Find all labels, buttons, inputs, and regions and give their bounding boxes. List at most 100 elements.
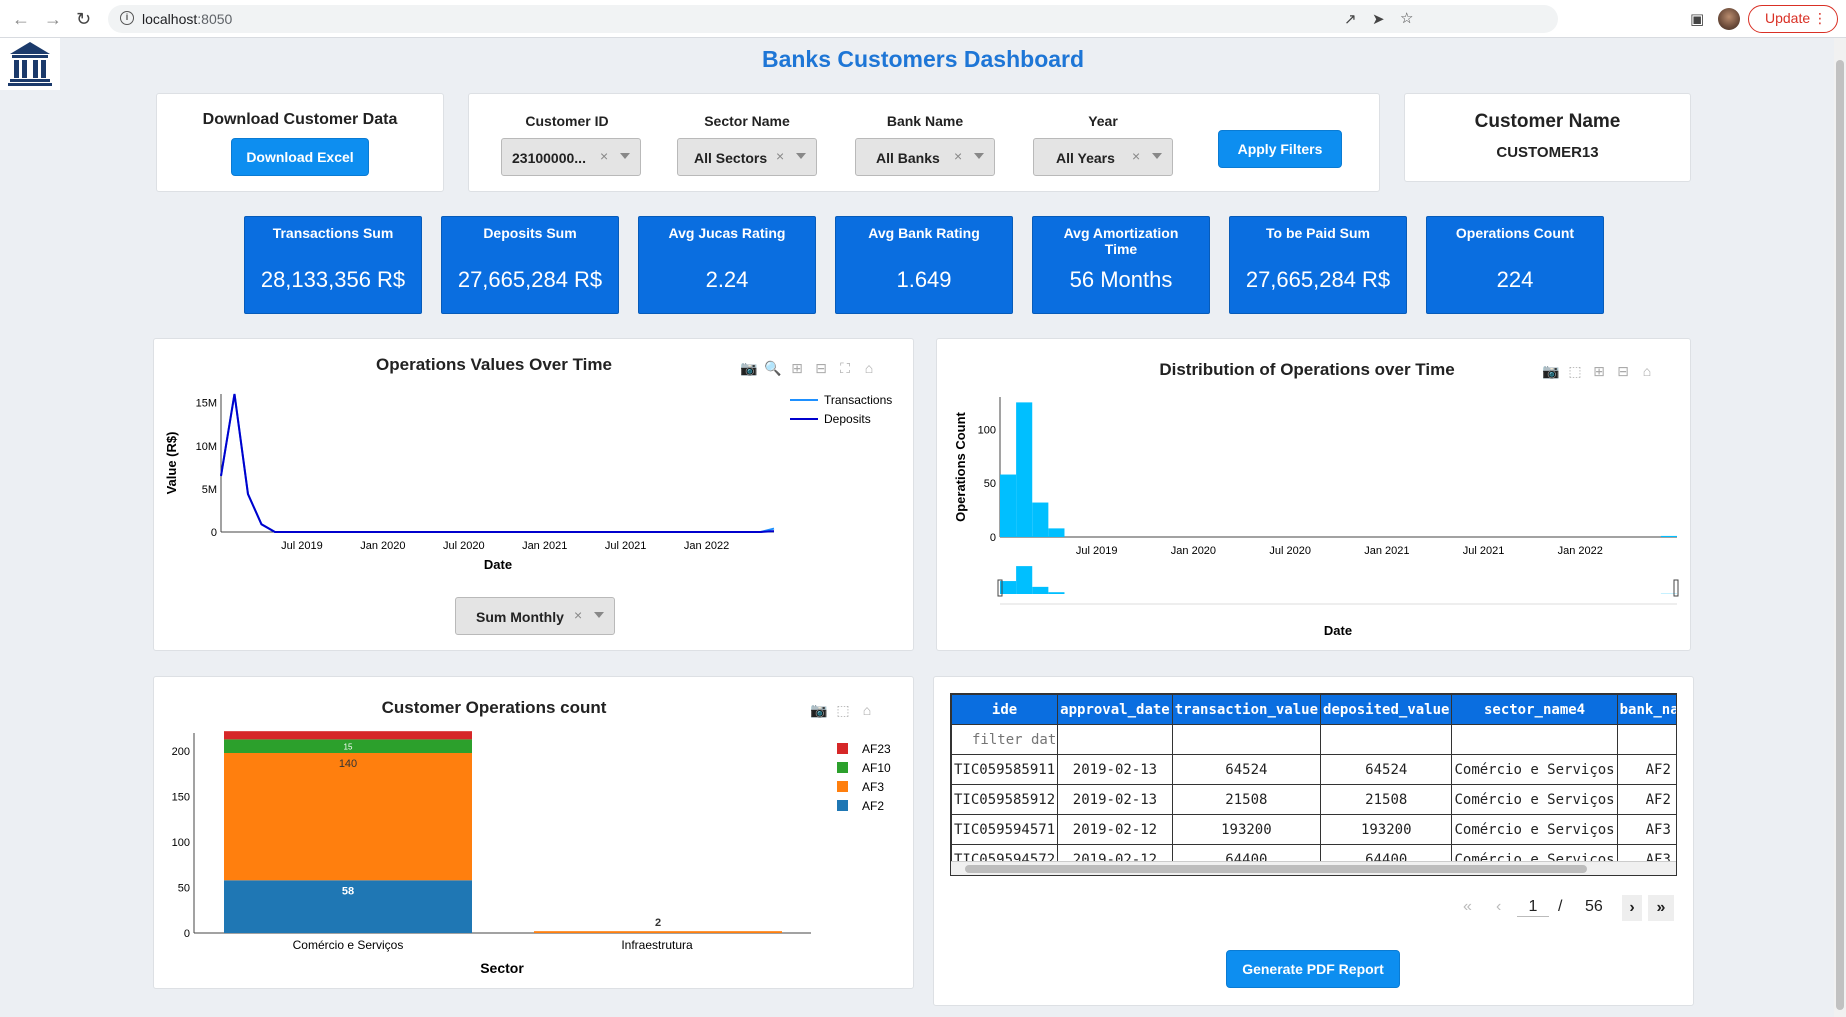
- clear-icon[interactable]: ×: [600, 148, 608, 164]
- page-input[interactable]: 1: [1517, 898, 1549, 917]
- filter-cell[interactable]: [1171, 724, 1322, 755]
- table-row[interactable]: TIC059594571 2019-02-12 193200 193200 Co…: [951, 814, 1676, 845]
- filter-cell[interactable]: [1451, 724, 1618, 755]
- legend-af10[interactable]: AF10: [862, 761, 891, 775]
- sector-name-label: Sector Name: [704, 113, 790, 129]
- filter-cell[interactable]: [1320, 724, 1453, 755]
- page-title: Banks Customers Dashboard: [761, 46, 1085, 72]
- update-button[interactable]: Update ⋮: [1748, 5, 1838, 33]
- bank-name-dropdown[interactable]: All Banks ×: [855, 138, 995, 176]
- x-tick-label: Jul 2019: [1076, 545, 1118, 557]
- legend-deposits[interactable]: Deposits: [824, 412, 871, 426]
- filter-cell[interactable]: [1616, 724, 1676, 755]
- histogram-bar[interactable]: [1016, 402, 1033, 537]
- kpi-title: To be Paid Sum: [1266, 225, 1370, 241]
- clear-icon[interactable]: ×: [1132, 148, 1140, 164]
- year-dropdown[interactable]: All Years ×: [1033, 138, 1173, 176]
- histogram-bar[interactable]: [1660, 535, 1677, 537]
- open-in-window-icon[interactable]: ↗: [1344, 10, 1357, 28]
- line-chart-xlabel: Date: [484, 557, 512, 572]
- clear-icon[interactable]: ×: [954, 148, 962, 164]
- kpi-deposits-sum: Deposits Sum 27,665,284 R$: [441, 216, 619, 314]
- bar-value-label: 15: [344, 742, 353, 751]
- histogram-ylabel: Operations Count: [953, 411, 968, 521]
- address-bar[interactable]: i localhost:8050 ↗ ➤ ☆: [108, 5, 1558, 33]
- column-header[interactable]: transaction_value: [1171, 694, 1322, 725]
- prev-page-icon[interactable]: ‹: [1496, 898, 1501, 916]
- customer-id-dropdown[interactable]: 23100000... ×: [501, 138, 641, 176]
- page-scrollbar-thumb[interactable]: [1836, 60, 1844, 1010]
- next-page-icon[interactable]: ›: [1622, 895, 1642, 921]
- reload-icon[interactable]: ↻: [76, 9, 91, 30]
- x-tick-label: Jan 2020: [360, 540, 405, 552]
- legend-af3[interactable]: AF3: [862, 780, 884, 794]
- download-excel-button[interactable]: Download Excel: [231, 138, 369, 176]
- clear-icon[interactable]: ×: [776, 148, 784, 164]
- aggregation-dropdown[interactable]: Sum Monthly ×: [455, 597, 615, 635]
- kpi-title: Avg Jucas Rating: [668, 225, 786, 241]
- filter-cell[interactable]: [1057, 724, 1173, 755]
- kpi-value: 28,133,356 R$: [260, 267, 406, 292]
- bar-segment-af3[interactable]: [534, 931, 782, 933]
- y-tick-label: 100: [172, 837, 190, 849]
- filter-input[interactable]: [954, 731, 1056, 748]
- bookmark-star-icon[interactable]: ☆: [1400, 9, 1413, 27]
- table-horizontal-scrollbar[interactable]: [951, 861, 1676, 875]
- data-table: ide approval_date transaction_value depo…: [950, 693, 1677, 876]
- forward-icon[interactable]: →: [44, 9, 62, 30]
- histogram-card: Distribution of Operations over Time 📷 ⬚ ⊞…: [936, 338, 1691, 651]
- column-header[interactable]: approval_date: [1057, 694, 1173, 725]
- column-header[interactable]: sector_name4: [1451, 694, 1618, 725]
- column-header[interactable]: ide: [951, 694, 1059, 725]
- histogram-bar[interactable]: [1032, 502, 1049, 537]
- clear-icon[interactable]: ×: [574, 607, 582, 623]
- table-cell: Comércio e Serviços: [1451, 754, 1618, 785]
- y-tick-label: 200: [172, 746, 190, 758]
- chevron-down-icon: [796, 153, 806, 159]
- table-cell: 2019-02-13: [1057, 754, 1173, 785]
- histogram-bar[interactable]: [1000, 474, 1017, 537]
- line-chart-ylabel: Value (R$): [164, 432, 179, 495]
- column-header[interactable]: bank_na: [1616, 694, 1676, 725]
- kpi-title: Transactions Sum: [272, 225, 394, 241]
- table-cell: Comércio e Serviços: [1451, 784, 1618, 815]
- filters-card: Customer ID 23100000... × Sector Name Al…: [468, 93, 1380, 192]
- histogram-xlabel: Date: [1324, 623, 1352, 638]
- range-slider-bar: [1032, 586, 1049, 594]
- last-page-icon[interactable]: »: [1648, 895, 1674, 921]
- page-scrollbar[interactable]: [1834, 38, 1846, 1017]
- back-icon[interactable]: ←: [12, 9, 30, 30]
- table-row[interactable]: TIC059585911 2019-02-13 64524 64524 Comé…: [951, 754, 1676, 785]
- sector-name-value: All Sectors: [694, 150, 768, 166]
- table-row[interactable]: TIC059585912 2019-02-13 21508 21508 Comé…: [951, 784, 1676, 815]
- legend-af2[interactable]: AF2: [862, 799, 884, 813]
- url-host: localhost: [142, 11, 198, 27]
- legend-transactions[interactable]: Transactions: [824, 393, 892, 407]
- histogram-bar[interactable]: [1048, 528, 1065, 537]
- legend-af23[interactable]: AF23: [862, 742, 891, 756]
- customer-name-value: CUSTOMER13: [1496, 144, 1599, 161]
- customer-id-label: Customer ID: [525, 113, 609, 129]
- bank-name-label: Bank Name: [886, 113, 964, 129]
- range-slider-bar: [1016, 566, 1033, 594]
- y-tick-label: 15M: [196, 398, 217, 410]
- kpi-value: 27,665,284 R$: [457, 267, 603, 292]
- filter-cell[interactable]: [951, 724, 1059, 755]
- extensions-icon[interactable]: ▣: [1690, 10, 1704, 28]
- sector-name-dropdown[interactable]: All Sectors ×: [677, 138, 817, 176]
- customer-id-value: 23100000...: [512, 150, 586, 166]
- first-page-icon[interactable]: «: [1463, 898, 1472, 916]
- table-cell: 64524: [1171, 754, 1322, 785]
- y-tick-label: 0: [211, 527, 217, 539]
- send-icon[interactable]: ➤: [1372, 10, 1385, 28]
- bar-segment-af3[interactable]: [224, 753, 472, 881]
- scrollbar-thumb[interactable]: [965, 865, 1587, 873]
- generate-pdf-button[interactable]: Generate PDF Report: [1226, 950, 1400, 988]
- bar-segment-af23[interactable]: [224, 731, 472, 740]
- kpi-operations-count: Operations Count 224: [1426, 216, 1604, 314]
- profile-avatar[interactable]: [1718, 8, 1740, 30]
- apply-filters-button[interactable]: Apply Filters: [1218, 130, 1342, 168]
- column-header[interactable]: deposited_value: [1320, 694, 1453, 725]
- kpi-to-be-paid-sum: To be Paid Sum 27,665,284 R$: [1229, 216, 1407, 314]
- site-info-icon[interactable]: i: [120, 11, 134, 25]
